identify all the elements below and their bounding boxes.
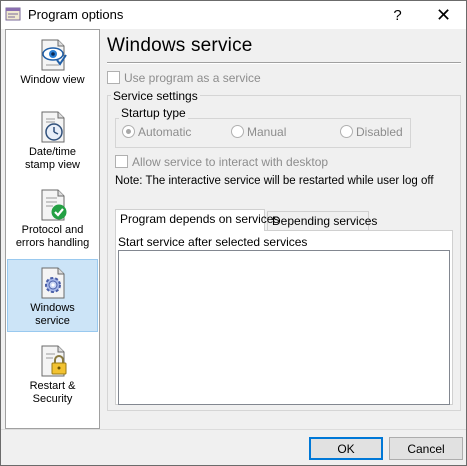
program-options-window: Program options ? ✕ Window view Date/tim…: [0, 0, 467, 466]
sidebar-item-label: Restart & Security: [29, 380, 76, 405]
help-icon: ?: [393, 6, 402, 24]
sidebar-item-label: Protocol and errors handling: [15, 224, 90, 249]
ok-button[interactable]: OK: [309, 437, 383, 460]
ok-button-label: OK: [337, 441, 355, 456]
services-listbox[interactable]: [118, 250, 450, 405]
sidebar-item-windows-service[interactable]: Windows service: [7, 259, 98, 332]
tab-label: Depending services: [272, 214, 378, 228]
radio-label: Manual: [247, 125, 287, 139]
checkbox-box[interactable]: [107, 71, 120, 84]
eye-document-icon: [41, 39, 67, 71]
footer-divider: [1, 429, 466, 430]
service-options-panel: Windows service Use program as a service…: [105, 29, 465, 429]
help-button[interactable]: ?: [375, 1, 420, 29]
title-divider: [107, 62, 461, 64]
sidebar-item-label: Date/time stamp view: [24, 146, 81, 171]
sidebar-item-protocol-errors-handling[interactable]: Protocol and errors handling: [6, 188, 99, 252]
app-icon: [5, 7, 21, 21]
allow-interact-checkbox[interactable]: Allow service to interact with desktop: [115, 155, 328, 169]
checkbox-label: Use program as a service: [124, 71, 261, 85]
clock-document-icon: [41, 111, 64, 143]
sidebar-item-restart-security[interactable]: Restart & Security: [6, 344, 99, 410]
radio-circle[interactable]: [340, 125, 353, 138]
radio-label: Disabled: [356, 125, 403, 139]
window-title: Program options: [28, 7, 124, 22]
radio-disabled[interactable]: Disabled: [340, 125, 403, 139]
tab-label: Program depends on services: [120, 212, 280, 226]
checkmark-document-icon: [41, 189, 66, 221]
radio-circle[interactable]: [122, 125, 135, 138]
checkbox-label: Allow service to interact with desktop: [132, 155, 329, 169]
gear-document-icon: [41, 267, 64, 299]
close-button[interactable]: ✕: [421, 1, 466, 29]
lock-document-icon: [41, 345, 66, 377]
cancel-button[interactable]: Cancel: [389, 437, 463, 460]
options-sidebar: Window view Date/time stamp view Protoco…: [5, 29, 100, 429]
radio-circle[interactable]: [231, 125, 244, 138]
use-as-service-checkbox[interactable]: Use program as a service: [107, 71, 261, 85]
radio-manual[interactable]: Manual: [231, 125, 286, 139]
tab-program-depends-on-services[interactable]: Program depends on services: [115, 209, 279, 231]
cancel-button-label: Cancel: [407, 441, 445, 456]
checkbox-box[interactable]: [115, 155, 128, 168]
sidebar-item-label: Windows service: [30, 302, 75, 327]
services-caption: Start service after selected services: [118, 235, 308, 249]
sidebar-item-date-time-stamp-view[interactable]: Date/time stamp view: [6, 110, 99, 174]
radio-label: Automatic: [138, 125, 192, 139]
tab-panel: Start service after selected services: [115, 230, 453, 405]
radio-automatic[interactable]: Automatic: [122, 125, 191, 139]
tab-depending-services[interactable]: Depending services: [267, 211, 377, 231]
sidebar-item-label: Window view: [20, 74, 85, 86]
startup-type-label: Startup type: [119, 106, 188, 120]
close-icon: ✕: [435, 4, 452, 25]
sidebar-item-window-view[interactable]: Window view: [6, 38, 99, 96]
service-settings-label: Service settings: [111, 89, 200, 103]
page-title: Windows service: [107, 35, 253, 56]
interactive-service-note: Note: The interactive service will be re…: [115, 175, 434, 187]
title-bar[interactable]: Program options ? ✕: [1, 1, 466, 29]
